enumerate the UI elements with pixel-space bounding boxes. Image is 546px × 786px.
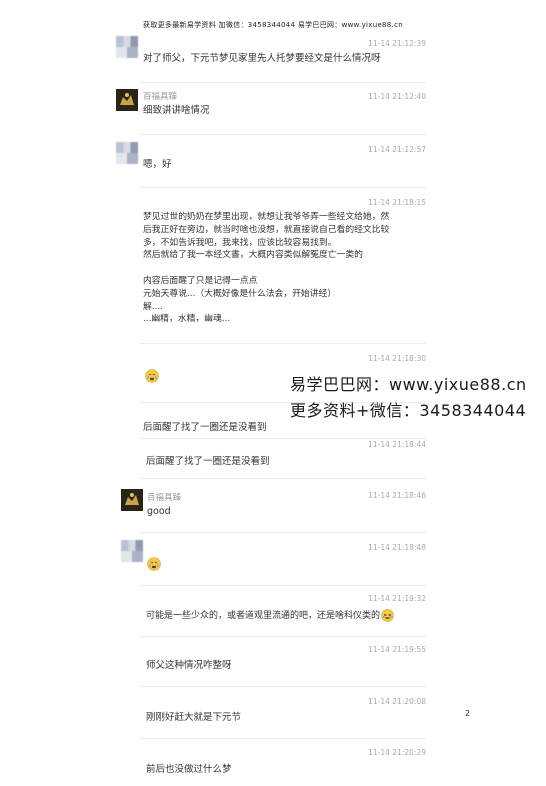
message-divider	[140, 686, 426, 687]
sender-name: 百福具臻	[143, 92, 178, 102]
message-text: 后面醒了找了一圈还是没看到	[146, 456, 270, 467]
message-divider	[140, 532, 426, 533]
message-text: 前后也没做过什么梦	[146, 764, 232, 775]
message-divider	[140, 82, 426, 83]
message-time: 11-14 21:18:46	[368, 491, 426, 500]
user-avatar[interactable]	[116, 142, 138, 164]
message-text: 刚刚好赶大就是下元节	[146, 712, 242, 723]
message-divider	[140, 738, 426, 739]
user-avatar[interactable]	[121, 540, 143, 562]
message-text: 可能是一些少众的，或者道观里流通的吧，还是啥科仪类的	[146, 611, 381, 621]
message-divider	[140, 187, 426, 188]
message-time: 11-14 21:18:30	[368, 354, 426, 363]
user-avatar[interactable]	[116, 36, 138, 58]
laughing-tears-icon	[381, 609, 394, 622]
message-divider	[140, 438, 426, 439]
message-divider	[140, 343, 426, 344]
message-time: 11-14 21:20:29	[368, 748, 426, 757]
message-time: 11-14 21:12:39	[368, 39, 426, 48]
message-time: 11-14 21:18:48	[368, 543, 426, 552]
message-text: 梦见过世的奶奶在梦里出现，就想让我爷爷弄一些经文给她，然 后我正好在旁边，就当时…	[143, 212, 390, 325]
message-time: 11-14 21:18:44	[368, 440, 426, 449]
message-text: 后面醒了找了一圈还是没看到	[143, 422, 267, 433]
message-divider	[140, 585, 426, 586]
page-header-ad: 获取更多最新易学资料 加微信：3458344044 易学巴巴网：www.yixu…	[143, 21, 403, 29]
page-number: 2	[465, 709, 471, 718]
logo-icon	[121, 489, 143, 511]
message-time: 11-14 21:19:32	[368, 594, 426, 603]
message-divider	[140, 134, 426, 135]
crying-face-icon	[147, 557, 161, 571]
message-text: 嗯，好	[143, 159, 172, 170]
message-text: 细致讲讲啥情况	[143, 105, 210, 116]
message-time: 11-14 21:20:08	[368, 697, 426, 706]
message-text: 对了师父，下元节梦见家里先人托梦要经文是什么情况呀	[143, 53, 381, 64]
logo-icon	[116, 89, 138, 111]
master-avatar[interactable]	[116, 89, 138, 111]
crying-face-icon	[145, 369, 159, 383]
message-time: 11-14 21:18:15	[368, 198, 426, 207]
message-time: 11-14 21:19:55	[368, 645, 426, 654]
master-avatar[interactable]	[121, 489, 143, 511]
sender-name: 百福具臻	[147, 493, 182, 503]
message-divider	[140, 478, 426, 479]
message-time: 11-14 21:12:57	[368, 145, 426, 154]
message-divider	[140, 636, 426, 637]
watermark-site: 易学巴巴网：www.yixue88.cn	[290, 375, 527, 394]
message-time: 11-14 21:12:40	[368, 92, 426, 101]
message-text: 师父这种情况咋整呀	[146, 660, 232, 671]
watermark-contact: 更多资料+微信：3458344044	[290, 401, 527, 420]
message-text: good	[147, 506, 171, 517]
